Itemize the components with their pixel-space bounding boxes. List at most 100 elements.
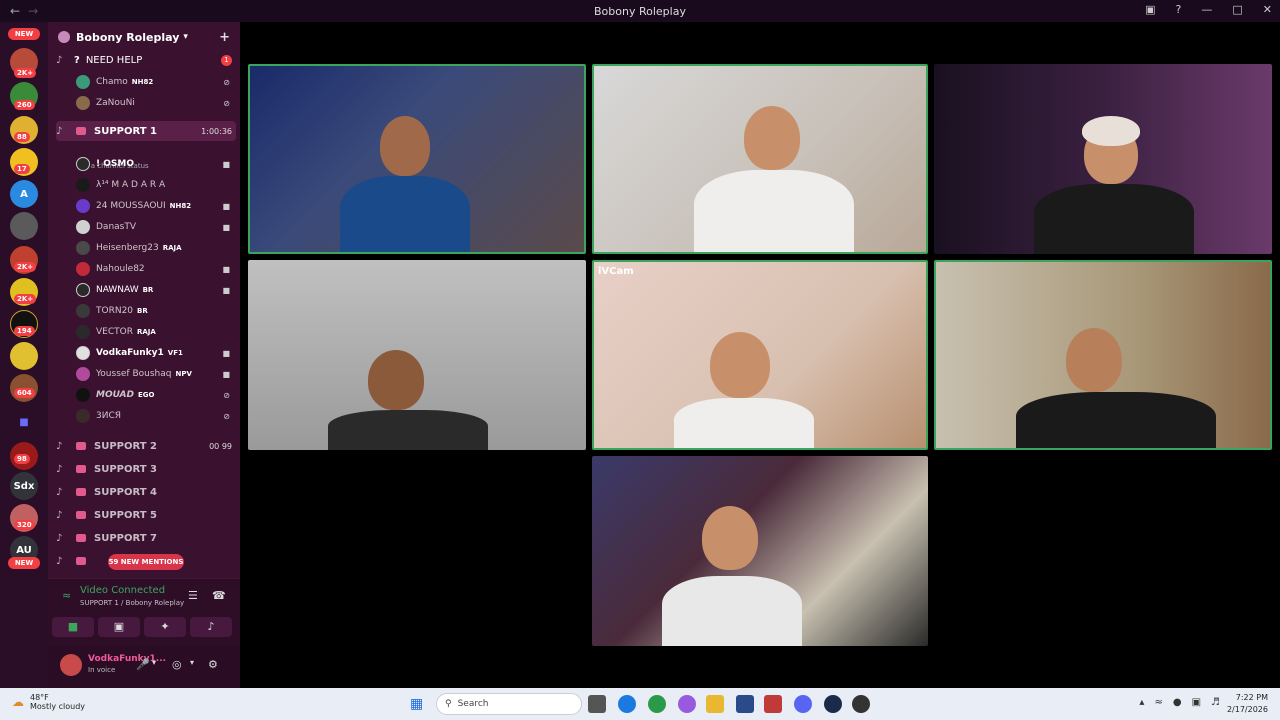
voice-channel-icon: ♪: [56, 54, 63, 66]
edge-icon[interactable]: [618, 695, 636, 713]
add-member-icon[interactable]: +: [219, 30, 230, 45]
current-user-status: In voice: [88, 666, 116, 674]
voice-user[interactable]: VECTOR RAJA: [76, 322, 236, 342]
server-icon[interactable]: [10, 212, 38, 240]
voice-user[interactable]: ZaNouNi ⊘: [76, 93, 236, 113]
video-tile[interactable]: [934, 260, 1272, 450]
soundboard-button[interactable]: ♪: [190, 617, 232, 637]
video-tile[interactable]: [592, 64, 928, 254]
new-badge[interactable]: NEW: [8, 557, 40, 569]
weather-widget[interactable]: ☁ 48°F Mostly cloudy: [12, 693, 85, 711]
volume-icon[interactable]: ♬: [1211, 697, 1220, 708]
folder-icon[interactable]: ■: [10, 408, 38, 436]
voice-location[interactable]: SUPPORT 1 / Bobony Roleplay: [80, 599, 184, 607]
video-tile[interactable]: [934, 64, 1272, 254]
voice-user[interactable]: Youssef Boushaq NPV ■: [76, 364, 236, 384]
unread-badge: 17: [14, 164, 30, 174]
voice-user[interactable]: Chamo NH82 ⊘: [76, 72, 236, 92]
camera-icon: ■: [222, 201, 230, 211]
user-name: Youssef Boushaq: [96, 369, 172, 379]
voice-user[interactable]: DanasTV ■: [76, 217, 236, 237]
chrome-icon[interactable]: [648, 695, 666, 713]
clock[interactable]: 7:22 PM 2/17/2026: [1227, 692, 1268, 716]
chevron-up-icon[interactable]: ▴: [1139, 697, 1144, 708]
avatar: [76, 283, 90, 297]
close-icon[interactable]: ✕: [1263, 3, 1272, 16]
new-badge[interactable]: NEW: [8, 28, 40, 40]
discord-icon[interactable]: [794, 695, 812, 713]
question-icon: ?: [74, 54, 80, 66]
voice-user[interactable]: 3ИCЯ ⊘: [76, 406, 236, 426]
video-tile[interactable]: [592, 456, 928, 646]
user-name: Heisenberg23: [96, 243, 159, 253]
voice-user[interactable]: Nahoule82 ■: [76, 259, 236, 279]
voice-user[interactable]: VodkaFunky1 VF1 ■: [76, 343, 236, 363]
channel-need-help[interactable]: ♪ ? NEED HELP 1: [56, 50, 236, 70]
minimize-icon[interactable]: —: [1201, 3, 1212, 16]
help-icon[interactable]: ?: [1176, 3, 1182, 16]
steam-icon[interactable]: [824, 695, 842, 713]
headphones-icon[interactable]: ◎: [172, 658, 182, 671]
windows-start-icon[interactable]: ▦: [410, 695, 428, 713]
channel-label: NEED HELP: [85, 54, 143, 66]
channel-label: SUPPORT 3: [94, 463, 157, 475]
user-name: NAWNAW: [96, 285, 139, 295]
voice-user[interactable]: NAWNAW BR ■: [76, 280, 236, 300]
voice-user[interactable]: λ¹⁴ M A D A R A: [76, 175, 236, 195]
user-name: Nahoule82: [96, 264, 145, 274]
video-tile[interactable]: [248, 64, 586, 254]
voice-user[interactable]: TORN20 BR: [76, 301, 236, 321]
channel-support-1[interactable]: ♪ SUPPORT 1 1:00:36: [56, 121, 236, 141]
server-icon[interactable]: A: [10, 180, 38, 208]
mute-icon: ⊘: [223, 411, 230, 421]
avatar[interactable]: [60, 654, 82, 676]
channel-support-2[interactable]: ♪ SUPPORT 2 00 99: [56, 436, 236, 456]
voice-user[interactable]: MOUAD EGO ⊘: [76, 385, 236, 405]
display-icon[interactable]: ▣: [1192, 697, 1201, 708]
microphone-icon[interactable]: 🎤: [136, 658, 150, 671]
voice-user[interactable]: ! OSMO ■: [76, 154, 236, 174]
copilot-icon[interactable]: [678, 695, 696, 713]
screen-share-button[interactable]: ▣: [98, 617, 140, 637]
channel-support-3[interactable]: ♪ SUPPORT 3: [56, 459, 236, 479]
server-header[interactable]: Bobony Roleplay ▾ +: [48, 22, 240, 52]
channel-tag: [76, 442, 86, 450]
voice-user[interactable]: 24 MOUSSAOUI NH82 ■: [76, 196, 236, 216]
app-icon[interactable]: [852, 695, 870, 713]
file-explorer-icon[interactable]: [706, 695, 724, 713]
voice-user[interactable]: Heisenberg23 RAJA: [76, 238, 236, 258]
mention-badge: 1: [221, 55, 232, 66]
task-view-icon[interactable]: [588, 695, 606, 713]
noise-suppression-icon[interactable]: ☰: [188, 589, 198, 602]
signal-icon[interactable]: ≈: [62, 589, 71, 602]
avatar: [76, 241, 90, 255]
voice-channel-icon: ♪: [56, 486, 63, 498]
mute-icon: ⊘: [223, 390, 230, 400]
channel-support-5[interactable]: ♪ SUPPORT 5: [56, 505, 236, 525]
video-tile[interactable]: [248, 260, 586, 450]
voice-connection-panel: ≈ Video Connected SUPPORT 1 / Bobony Rol…: [48, 578, 240, 646]
video-tile[interactable]: iVCam: [592, 260, 928, 450]
server-icon[interactable]: [10, 342, 38, 370]
disconnect-icon[interactable]: ☎: [212, 589, 226, 602]
gear-icon[interactable]: ⚙: [208, 658, 218, 671]
new-mentions-pill[interactable]: 59 NEW MENTIONS: [108, 554, 184, 570]
maximize-icon[interactable]: □: [1232, 3, 1242, 16]
chevron-down-icon[interactable]: ▾: [190, 658, 194, 667]
channel-support-7[interactable]: ♪ SUPPORT 7: [56, 528, 236, 548]
network-icon[interactable]: ≈: [1154, 697, 1162, 708]
mute-icon: ⊘: [223, 98, 230, 108]
app-icon[interactable]: [764, 695, 782, 713]
store-icon[interactable]: [736, 695, 754, 713]
microphone-icon[interactable]: ●: [1173, 697, 1182, 708]
server-sdx[interactable]: Sdx: [10, 472, 38, 500]
camera-button[interactable]: ■: [52, 617, 94, 637]
activities-button[interactable]: ✦: [144, 617, 186, 637]
inbox-icon[interactable]: ▣: [1145, 3, 1155, 16]
user-tag: BR: [137, 307, 148, 315]
voice-status[interactable]: Video Connected: [80, 585, 165, 596]
channel-support-4[interactable]: ♪ SUPPORT 4: [56, 482, 236, 502]
search-icon: ⚲: [445, 699, 452, 709]
chevron-down-icon[interactable]: ▾: [152, 658, 156, 667]
taskbar-search[interactable]: ⚲ Search: [436, 693, 582, 715]
